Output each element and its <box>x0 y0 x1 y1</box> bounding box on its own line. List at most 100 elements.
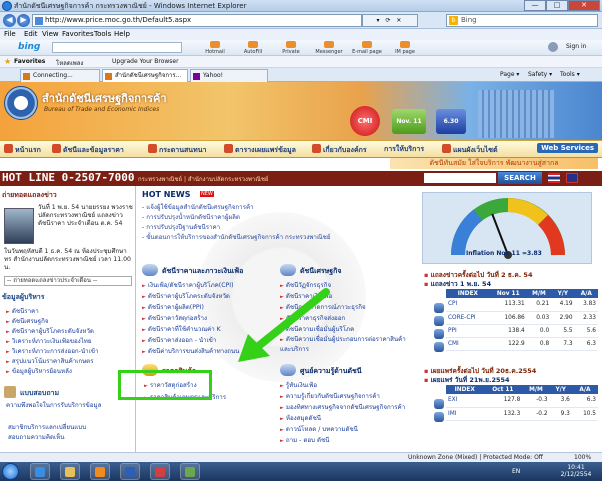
maximize-button[interactable]: □ <box>546 0 568 11</box>
banner-cmi-badge[interactable]: CMI <box>350 106 380 136</box>
price-index-link[interactable]: ดัชนีค่าบริการขนส่งสินค้าทางถนน <box>142 346 240 356</box>
price-index-link[interactable]: ดัชนีราคาผู้ผลิต(PPI) <box>142 302 204 312</box>
left-link[interactable]: วิเคราะห์ภาวะเงินเฟ้อของไทย <box>6 336 92 346</box>
safety-menu[interactable]: Safety ▾ <box>528 71 552 78</box>
menu-edit[interactable]: Edit <box>24 30 38 38</box>
menu-view[interactable]: View <box>42 30 59 38</box>
private-button[interactable]: Private <box>272 41 310 55</box>
taskbar-app[interactable] <box>180 463 200 480</box>
price-index-link[interactable]: เงินเฟ้อ/ดัชนีราคาผู้บริโภค(CPI) <box>142 280 234 290</box>
price-index-link[interactable]: ดัชนีราคาที่ใช้คำนวณค่า K <box>142 324 221 334</box>
minimize-button[interactable]: — <box>524 0 546 11</box>
opinion-link[interactable]: สอบถามความคิดเห็น <box>8 432 64 442</box>
start-button[interactable] <box>2 463 19 480</box>
settings-gear-icon[interactable] <box>548 42 558 52</box>
knowledge-link[interactable]: ความรู้เกี่ยวกับดัชนีเศรษฐกิจการค้า <box>280 391 380 401</box>
site-logo[interactable] <box>4 86 38 120</box>
broadcast-select[interactable]: -- ถ่ายทอดแถลงข่าวประจำเดือน -- <box>4 276 132 286</box>
bing-toolbar-search[interactable] <box>52 42 182 53</box>
left-link[interactable]: ข้อมูลผู้บริหารย้อนหลัง <box>6 366 72 376</box>
cell[interactable]: CORE-CPI <box>446 311 490 325</box>
menu-help[interactable]: Help <box>114 30 130 38</box>
table-row[interactable]: CMI 122.9 0.8 7.3 6.3 <box>446 337 598 351</box>
sign-in-link[interactable]: Sign in <box>566 43 586 50</box>
left-link[interactable]: สรุปแนวโน้มราคาสินค้าเกษตร <box>6 356 94 366</box>
language-indicator[interactable]: EN <box>512 468 520 475</box>
nav-services[interactable]: การให้บริการ <box>384 144 424 155</box>
table-row[interactable]: CORE-CPI 106.86 0.03 2.90 2.33 <box>446 311 598 325</box>
nav-publish-table[interactable]: ตารางเผยแพร่ข้อมูล <box>224 144 296 156</box>
left-link[interactable]: วิเคราะห์ภาวะการส่งออก-นำเข้า <box>6 346 99 356</box>
knowledge-link[interactable]: รู้ทันเงินเฟ้อ <box>280 380 317 390</box>
left-link[interactable]: ดัชนีราคาผู้บริโภคระดับจังหวัด <box>6 326 94 336</box>
cell[interactable]: EXI <box>446 394 484 408</box>
back-icon[interactable]: ◀ <box>3 14 16 27</box>
im-page-button[interactable]: IM page <box>386 41 424 55</box>
thai-flag-icon[interactable] <box>548 173 560 183</box>
cell[interactable]: PPI <box>446 324 490 338</box>
left-link[interactable]: ดัชนีเศรษฐกิจ <box>6 316 49 326</box>
news-item[interactable]: แจ้งผู้ใช้ข้อมูลสำนักดัชนีเศรษฐกิจการค้า <box>142 202 253 212</box>
email-page-button[interactable]: E-mail page <box>348 41 386 55</box>
cell[interactable]: CPI <box>446 298 490 312</box>
system-clock[interactable]: 10:41 2/12/2554 <box>552 464 600 478</box>
taskbar-explorer[interactable] <box>60 463 80 480</box>
hotmail-button[interactable]: Hotmail <box>196 41 234 55</box>
banner-value-badge[interactable]: 6.30 <box>436 109 466 134</box>
taskbar-media[interactable] <box>90 463 110 480</box>
address-bar[interactable]: http://www.price.moc.go.th/Default5.aspx <box>32 14 362 27</box>
banner-month-badge[interactable]: Nov. 11 <box>392 109 426 134</box>
news-item[interactable]: ขั้นตอนการให้บริการของสำนักดัชนีเศรษฐกิจ… <box>142 232 330 242</box>
menu-file[interactable]: File <box>4 30 16 38</box>
left-link[interactable]: ดัชนีราคา <box>6 306 39 316</box>
taskbar-word[interactable] <box>120 463 140 480</box>
table-row[interactable]: CPI 113.31 0.21 4.19 3.83 <box>446 298 598 312</box>
cell[interactable]: CMI <box>446 337 490 351</box>
search-input[interactable]: b Bing <box>446 14 598 27</box>
cell[interactable]: IMI <box>446 407 484 421</box>
autofill-button[interactable]: AutoFill <box>234 41 272 55</box>
price-index-link[interactable]: ดัชนีราคาวัสดุก่อสร้าง <box>142 313 207 323</box>
price-index-link[interactable]: ดัชนีราคาส่งออก - นำเข้า <box>142 335 217 345</box>
survey-link[interactable]: ความพึงพอใจในการรับบริการข้อมูล <box>6 402 134 410</box>
economic-index-heading[interactable]: ดัชนีเศรษฐกิจ <box>300 266 342 277</box>
knowledge-link[interactable]: ห้องสมุดดัชนี <box>280 413 321 423</box>
table-row[interactable]: PPI 138.4 0.0 5.5 5.6 <box>446 324 598 338</box>
exchange-link[interactable]: สมาชิกบริการแลกเปลี่ยนแบบ <box>8 422 86 432</box>
messenger-button[interactable]: Messenger <box>310 41 348 55</box>
knowledge-link[interactable]: มองทิศทางเศรษฐกิจจากดัชนีเศรษฐกิจการค้า <box>280 402 405 412</box>
nav-web-services[interactable]: Web Services <box>537 143 598 153</box>
knowledge-link[interactable]: ถาม - ตอบ ดัชนี <box>280 435 330 445</box>
english-flag-icon[interactable] <box>566 173 578 183</box>
favorites-star-icon[interactable]: ★ <box>4 57 11 66</box>
page-menu[interactable]: Page ▾ <box>500 71 519 78</box>
knowledge-link[interactable]: ดาวน์โหลด / บทความดัชนี <box>280 424 358 434</box>
tools-menu[interactable]: Tools ▾ <box>560 71 580 78</box>
knowledge-center-heading[interactable]: ศูนย์ความรู้ด้านดัชนี <box>300 366 362 377</box>
site-search-input[interactable] <box>424 173 496 183</box>
nav-forum[interactable]: กระดานสนทนา <box>148 144 206 156</box>
fav-item-upgrade[interactable]: Upgrade Your Browser <box>112 58 179 65</box>
news-item[interactable]: การปรับปรุงน้ำหนักดัชนีราคาผู้ผลิต <box>142 212 240 222</box>
nav-index-price[interactable]: ดัชนีและข้อมูลราคา <box>52 144 124 156</box>
menu-tools[interactable]: Tools <box>94 30 111 38</box>
table-row[interactable]: IMI 132.3 -0.2 9.3 10.5 <box>446 407 598 421</box>
close-button[interactable]: ✕ <box>568 0 600 11</box>
zoom-level[interactable]: 100% <box>574 454 591 461</box>
taskbar-paint[interactable] <box>150 463 170 480</box>
nav-sitemap[interactable]: แผนผังเว็บไซต์ <box>442 144 498 156</box>
taskbar-ie[interactable] <box>30 463 50 480</box>
fav-item-music[interactable]: โหลดเพลง <box>56 58 83 68</box>
search-button[interactable]: SEARCH <box>498 172 542 184</box>
favorites-label[interactable]: Favorites <box>14 58 45 65</box>
news-item[interactable]: การปรับปรุงปีฐานดัชนีราคา <box>142 222 220 232</box>
table-row[interactable]: EXI 127.8 -0.3 3.6 6.3 <box>446 394 598 408</box>
price-index-heading[interactable]: ดัชนีราคาและภาวะเงินเฟ้อ <box>162 266 243 277</box>
nav-about[interactable]: เกี่ยวกับองค์กร <box>312 144 367 156</box>
address-controls[interactable]: ▾ ⟳ ✕ <box>362 14 418 27</box>
nav-home[interactable]: หน้าแรก <box>4 144 41 156</box>
price-index-link[interactable]: ดัชนีราคาผู้บริโภคระดับจังหวัด <box>142 291 230 301</box>
menu-favorites[interactable]: Favorites <box>62 30 94 38</box>
forward-icon[interactable]: ▶ <box>17 14 30 27</box>
ministry-links[interactable]: กระทรวงพาณิชย์ | สำนักงานปลัดกระทรวงพาณิ… <box>138 174 268 184</box>
